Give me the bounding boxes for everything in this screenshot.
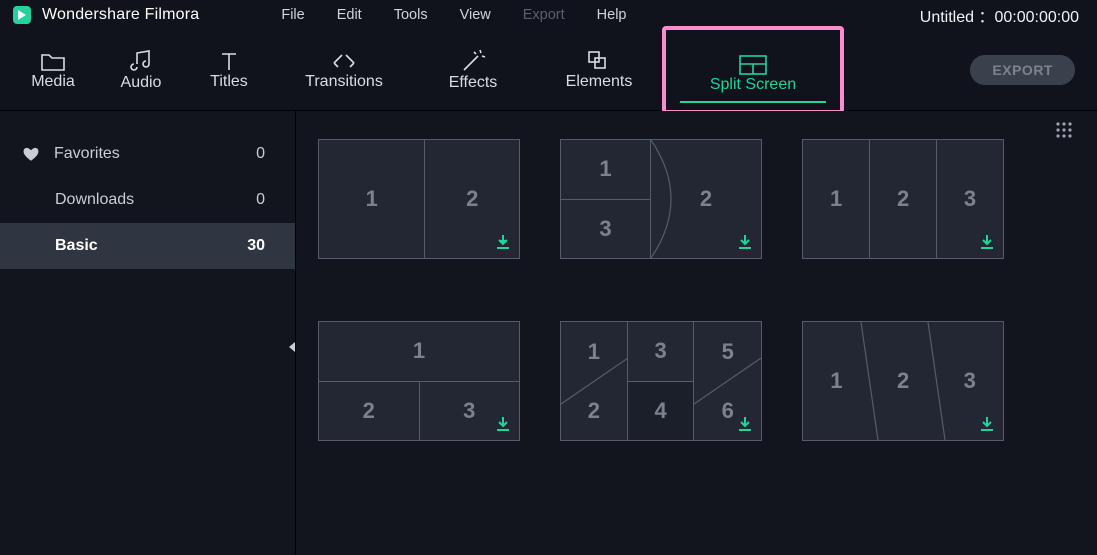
sidebar-count: 30	[247, 237, 265, 255]
tool-tabs: Media Audio Titles Transitions Effects E…	[0, 30, 1097, 111]
main-area: Favorites 0 Downloads 0 Basic 30 1 2	[0, 111, 1097, 555]
menu-help[interactable]: Help	[597, 7, 627, 23]
split-template-1[interactable]: 1 2	[318, 139, 520, 259]
cell-num: 2	[466, 186, 478, 212]
app-name: Wondershare Filmora	[42, 6, 281, 24]
menu-export: Export	[523, 7, 565, 23]
tab-label: Media	[31, 73, 75, 91]
template-row: 1 2 1 3 2 1 2 3	[308, 139, 1097, 259]
tab-label: Elements	[566, 73, 633, 91]
sidebar-count: 0	[256, 145, 265, 163]
tab-titles[interactable]: Titles	[194, 34, 264, 106]
filmora-logo-icon	[12, 5, 32, 25]
shapes-icon	[586, 49, 612, 73]
tab-label: Effects	[449, 74, 498, 92]
transitions-icon	[330, 49, 358, 73]
split-template-4[interactable]: 1 2 3	[318, 321, 520, 441]
tab-label: Split Screen	[710, 76, 796, 94]
sidebar-label: Downloads	[55, 191, 134, 209]
download-icon[interactable]	[494, 415, 512, 433]
document-title: Untitled ：00:00:00:00	[920, 3, 1079, 27]
sidebar-label: Favorites	[54, 145, 120, 163]
split-template-2[interactable]: 1 3 2	[560, 139, 762, 259]
cell-num: 1	[413, 338, 425, 364]
heart-icon	[22, 145, 40, 163]
download-icon[interactable]	[978, 233, 996, 251]
tab-effects[interactable]: Effects	[428, 34, 518, 106]
tab-media[interactable]: Media	[18, 34, 88, 106]
cell-num: 1	[830, 186, 842, 212]
tab-label: Audio	[121, 74, 162, 92]
download-icon[interactable]	[494, 233, 512, 251]
cell-num: 2	[897, 186, 909, 212]
grid-view-toggle-icon[interactable]	[1055, 121, 1073, 139]
curve-divider-icon	[561, 140, 761, 258]
tab-transitions[interactable]: Transitions	[284, 34, 404, 106]
cell-num: 1	[366, 186, 378, 212]
sidebar-count: 0	[256, 191, 265, 209]
cell-num: 3	[463, 398, 475, 424]
menu-tools[interactable]: Tools	[394, 7, 428, 23]
tab-label: Titles	[210, 73, 248, 91]
diagonal-dividers-icon	[561, 322, 761, 440]
split-template-3[interactable]: 1 2 3	[802, 139, 1004, 259]
text-icon	[217, 49, 241, 73]
template-row: 1 2 3 1 2 3 4 5 6	[308, 321, 1097, 441]
download-icon[interactable]	[736, 233, 754, 251]
split-screen-icon	[738, 54, 768, 76]
menu-file[interactable]: File	[281, 7, 304, 23]
tab-audio[interactable]: Audio	[106, 34, 176, 106]
menu-bar: File Edit Tools View Export Help	[281, 7, 626, 23]
export-button[interactable]: EXPORT	[970, 55, 1075, 85]
folder-icon	[39, 49, 67, 73]
tab-underline	[680, 101, 826, 103]
tab-split-screen[interactable]: Split Screen	[662, 26, 844, 114]
tab-label: Transitions	[305, 73, 383, 91]
sidebar: Favorites 0 Downloads 0 Basic 30	[0, 111, 296, 555]
sidebar-item-favorites[interactable]: Favorites 0	[0, 131, 295, 177]
collapse-sidebar-handle[interactable]	[287, 329, 297, 365]
split-template-5[interactable]: 1 2 3 4 5 6	[560, 321, 762, 441]
wand-icon	[460, 48, 486, 74]
sidebar-label: Basic	[55, 237, 98, 255]
download-icon[interactable]	[978, 415, 996, 433]
music-note-icon	[128, 48, 154, 74]
download-icon[interactable]	[736, 415, 754, 433]
cell-num: 2	[363, 398, 375, 424]
sidebar-item-basic[interactable]: Basic 30	[0, 223, 295, 269]
sidebar-item-downloads[interactable]: Downloads 0	[0, 177, 295, 223]
title-bar: Wondershare Filmora File Edit Tools View…	[0, 0, 1097, 30]
tab-elements[interactable]: Elements	[544, 34, 654, 106]
cell-num: 3	[964, 186, 976, 212]
menu-view[interactable]: View	[460, 7, 491, 23]
templates-panel: 1 2 1 3 2 1 2 3	[296, 111, 1097, 555]
skew-dividers-icon	[803, 322, 1003, 440]
menu-edit[interactable]: Edit	[337, 7, 362, 23]
split-template-6[interactable]: 1 2 3	[802, 321, 1004, 441]
